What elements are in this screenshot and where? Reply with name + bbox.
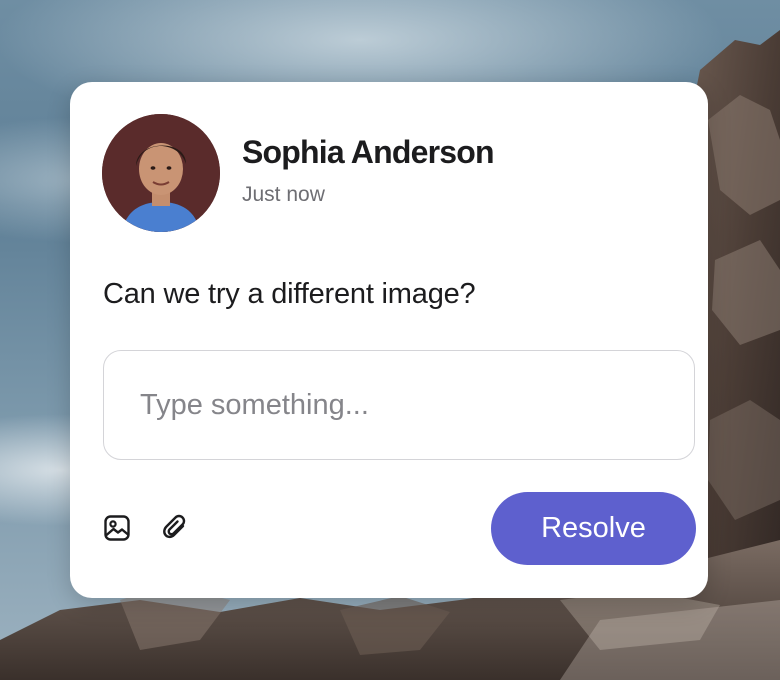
avatar-image (102, 114, 220, 232)
attach-button[interactable] (158, 511, 192, 545)
image-icon (104, 515, 130, 541)
comment-card: Sophia Anderson Just now Can we try a di… (70, 82, 708, 598)
comment-timestamp: Just now (242, 183, 325, 206)
paperclip-icon (163, 514, 186, 539)
avatar[interactable] (102, 114, 220, 232)
resolve-button[interactable]: Resolve (491, 492, 696, 565)
comment-text: Can we try a different image? (103, 278, 476, 310)
author-name: Sophia Anderson (242, 134, 495, 170)
image-button[interactable] (100, 511, 134, 545)
reply-input[interactable] (103, 350, 695, 460)
